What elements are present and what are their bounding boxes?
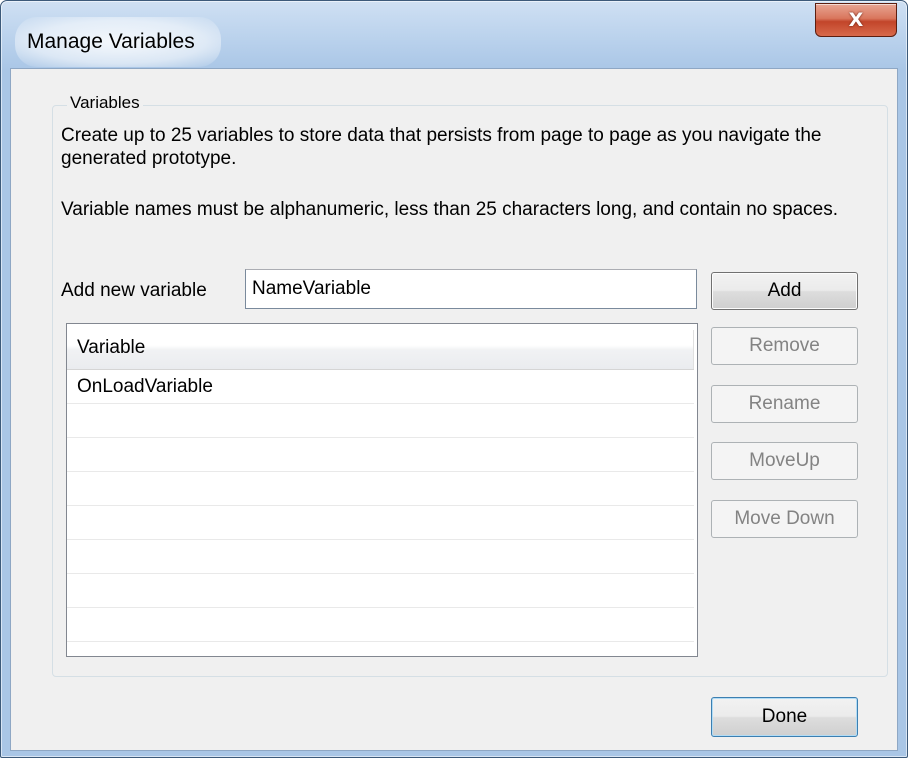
list-item[interactable] bbox=[67, 540, 694, 574]
list-item[interactable] bbox=[67, 506, 694, 540]
window-title: Manage Variables bbox=[15, 17, 221, 67]
close-icon: X bbox=[848, 9, 864, 31]
list-item[interactable] bbox=[67, 438, 694, 472]
move-up-button[interactable]: MoveUp bbox=[711, 442, 858, 480]
close-button[interactable]: X bbox=[815, 3, 897, 37]
list-item[interactable] bbox=[67, 472, 694, 506]
add-button[interactable]: Add bbox=[711, 272, 858, 310]
column-header-variable[interactable]: Variable bbox=[67, 326, 694, 370]
variables-list[interactable]: Variable OnLoadVariable bbox=[66, 323, 698, 657]
new-variable-input[interactable] bbox=[245, 269, 697, 309]
remove-button[interactable]: Remove bbox=[711, 327, 858, 365]
move-down-button[interactable]: Move Down bbox=[711, 500, 858, 538]
dialog-client-area: Variables Create up to 25 variables to s… bbox=[10, 68, 898, 751]
add-new-variable-label: Add new variable bbox=[61, 280, 207, 301]
variables-group-legend: Variables bbox=[67, 93, 143, 113]
list-item[interactable] bbox=[67, 574, 694, 608]
rename-button[interactable]: Rename bbox=[711, 385, 858, 423]
list-item[interactable]: OnLoadVariable bbox=[67, 370, 694, 404]
list-item[interactable] bbox=[67, 608, 694, 642]
description-text-2: Variable names must be alphanumeric, les… bbox=[61, 199, 838, 220]
list-item[interactable] bbox=[67, 404, 694, 438]
description-text-1: Create up to 25 variables to store data … bbox=[61, 125, 822, 169]
done-button[interactable]: Done bbox=[711, 697, 858, 737]
manage-variables-dialog: Manage Variables X Variables Create up t… bbox=[0, 0, 908, 758]
